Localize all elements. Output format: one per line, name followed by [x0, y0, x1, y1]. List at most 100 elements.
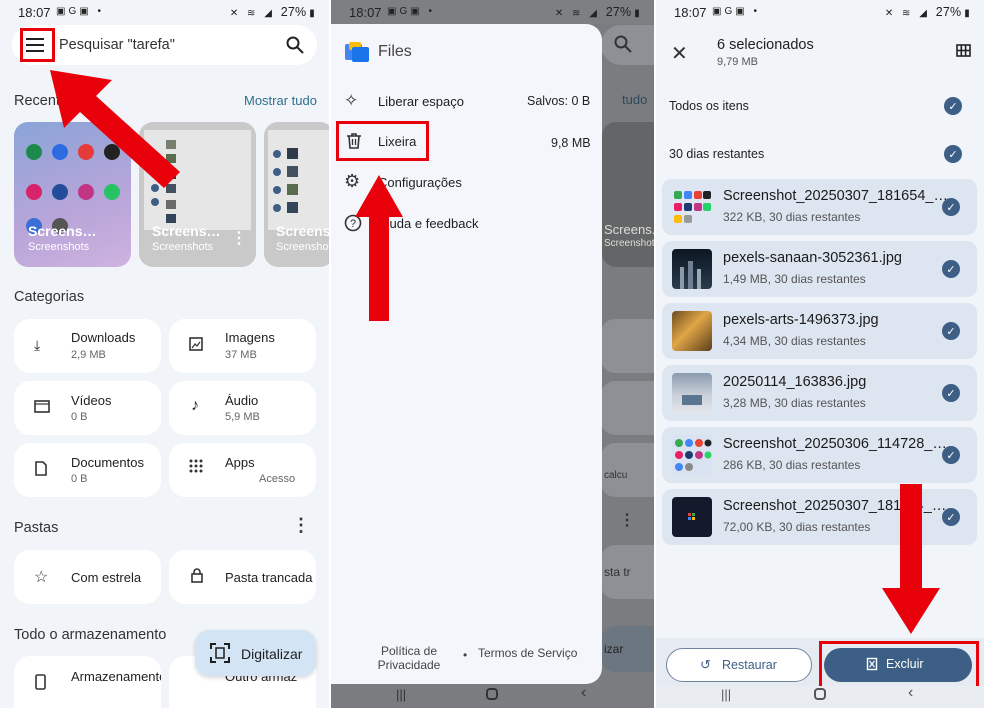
- trash-highlight-box: [336, 121, 429, 161]
- select-all-row[interactable]: Todos os itens ✓: [656, 86, 984, 126]
- home-nav-icon[interactable]: [814, 688, 826, 700]
- category-documents[interactable]: Documentos 0 B: [14, 443, 161, 497]
- category-size: 37 MB: [225, 349, 257, 361]
- battery-level: 27%: [935, 5, 962, 19]
- category-name: Imagens: [225, 330, 275, 345]
- storage-name: Armazenamento: [71, 669, 161, 684]
- check-icon[interactable]: ✓: [944, 97, 962, 115]
- select-all-label: Todos os itens: [669, 99, 749, 113]
- storage-internal[interactable]: Armazenamento: [14, 656, 161, 708]
- back-nav-icon[interactable]: ‹: [581, 684, 586, 702]
- dimmed-show-all: tudo: [622, 92, 648, 107]
- search-bar[interactable]: Pesquisar "tarefa": [12, 25, 317, 65]
- notification-icons: ▣G▣ •: [56, 6, 104, 17]
- check-icon[interactable]: ✓: [942, 446, 960, 464]
- privacy-policy-link[interactable]: Política de Privacidade: [369, 644, 449, 672]
- delete-highlight-box: [819, 641, 979, 689]
- folder-name: Com estrela: [71, 570, 142, 585]
- close-icon[interactable]: ✕: [671, 41, 688, 66]
- dimmed-card: [601, 381, 654, 435]
- category-size: 5,9 MB: [225, 411, 260, 423]
- image-icon: [189, 337, 203, 356]
- file-thumbnail: [672, 311, 712, 351]
- check-icon[interactable]: ✓: [942, 260, 960, 278]
- recent-item-name: Screens…: [28, 223, 97, 239]
- show-all-link[interactable]: Mostrar tudo: [244, 93, 317, 108]
- phone-icon: [35, 674, 46, 695]
- status-time: 18:07: [18, 5, 51, 20]
- folder-starred[interactable]: ☆ Com estrela: [14, 550, 161, 604]
- document-icon: [35, 461, 47, 481]
- trash-file-row[interactable]: 20250114_163836.jpg 3,28 MB, 30 dias res…: [662, 365, 977, 421]
- recent-item-label: Screenshot: [276, 241, 329, 253]
- file-meta: 72,00 KB, 30 dias restantes: [723, 520, 871, 534]
- file-name: pexels-sanaan-3052361.jpg: [723, 250, 902, 266]
- lock-icon: [191, 568, 203, 588]
- categories-title: Categorias: [14, 289, 85, 305]
- recents-nav-icon[interactable]: |||: [721, 687, 731, 702]
- more-vert-icon[interactable]: ⋮: [292, 515, 310, 536]
- category-apps[interactable]: Apps Acesso: [169, 443, 316, 497]
- recent-item[interactable]: Screens… Screenshot: [264, 122, 329, 267]
- trash-file-row[interactable]: Screenshot_20250306_114728_… 286 KB, 30 …: [662, 427, 977, 483]
- document-scanner-icon: [210, 643, 230, 668]
- dimmed-more-icon: ⋮: [619, 512, 635, 529]
- category-downloads[interactable]: ⤓ Downloads 2,9 MB: [14, 319, 161, 373]
- recent-item-label: Screenshots: [152, 241, 214, 253]
- category-size: 0 B: [71, 473, 88, 485]
- check-icon[interactable]: ✓: [942, 198, 960, 216]
- file-name: Screenshot_20250307_181654_…: [723, 188, 948, 204]
- folder-locked[interactable]: Pasta trancada: [169, 550, 316, 604]
- status-bar: 18:07 ▣G▣ • ✕ ≋ ◢ 27% ▮: [331, 0, 654, 24]
- check-icon[interactable]: ✓: [942, 384, 960, 402]
- grid-view-icon[interactable]: [956, 44, 971, 62]
- video-icon: [34, 400, 50, 418]
- drawer-item-value: 9,8 MB: [551, 136, 591, 150]
- navigation-drawer-screen: tudo Screens... Screenshot calcu ⋮ sta t…: [331, 0, 654, 708]
- red-arrow-annotation: [882, 484, 940, 634]
- recents-nav-icon[interactable]: |||: [396, 687, 406, 702]
- recent-item-name: Screens…: [276, 223, 329, 239]
- restore-button[interactable]: ↺ Restaurar: [666, 648, 812, 682]
- file-meta: 3,28 MB, 30 dias restantes: [723, 396, 866, 410]
- category-name: Áudio: [225, 393, 259, 408]
- trash-file-row[interactable]: pexels-arts-1496373.jpg 4,34 MB, 30 dias…: [662, 303, 977, 359]
- category-name: Vídeos: [71, 393, 112, 408]
- sparkle-icon: ✧: [344, 91, 359, 110]
- file-thumbnail: [672, 373, 712, 413]
- folder-name: Pasta trancada: [225, 570, 313, 585]
- scan-fab[interactable]: Digitalizar: [195, 630, 316, 676]
- trash-selection-screen: 18:07 ▣G▣ • ✕ ≋ ◢ 27% ▮ ✕ 6 selecionados…: [656, 0, 984, 708]
- group-header-row[interactable]: 30 dias restantes ✓: [656, 134, 984, 174]
- check-icon[interactable]: ✓: [944, 145, 962, 163]
- file-thumbnail: [672, 187, 712, 227]
- files-logo-icon: [345, 42, 369, 67]
- file-meta: 4,34 MB, 30 dias restantes: [723, 334, 866, 348]
- file-name: pexels-arts-1496373.jpg: [723, 312, 879, 328]
- selection-title: 6 selecionados: [717, 37, 814, 53]
- drawer-item-value: Salvos: 0 B: [527, 94, 591, 108]
- category-videos[interactable]: Vídeos 0 B: [14, 381, 161, 435]
- status-time: 18:07: [674, 5, 707, 20]
- category-images[interactable]: Imagens 37 MB: [169, 319, 316, 373]
- file-thumbnail: [672, 497, 712, 537]
- back-nav-icon[interactable]: ‹: [908, 684, 913, 702]
- search-icon: [614, 35, 632, 58]
- group-label: 30 dias restantes: [669, 147, 765, 161]
- download-icon: ⤓: [34, 337, 41, 353]
- storage-title: Todo o armazenamento: [14, 627, 167, 643]
- file-meta: 322 KB, 30 dias restantes: [723, 210, 861, 224]
- search-icon[interactable]: [285, 35, 305, 55]
- dimmed-text: izar: [604, 642, 624, 656]
- app-name: Files: [378, 43, 412, 60]
- more-vert-icon[interactable]: ⋮: [231, 228, 247, 248]
- drawer-item-free-space[interactable]: ✧ Liberar espaço Salvos: 0 B: [331, 82, 602, 120]
- files-home-screen: 18:07 ▣G▣ • ✕ ≋ ◢ 27% ▮ Pesquisar "taref…: [0, 0, 329, 708]
- file-meta: 286 KB, 30 dias restantes: [723, 458, 861, 472]
- category-audio[interactable]: ♪ Áudio 5,9 MB: [169, 381, 316, 435]
- terms-link[interactable]: Termos de Serviço: [478, 646, 577, 660]
- home-nav-icon[interactable]: [486, 688, 498, 700]
- trash-file-row[interactable]: Screenshot_20250307_181654_… 322 KB, 30 …: [662, 179, 977, 235]
- trash-file-row[interactable]: pexels-sanaan-3052361.jpg 1,49 MB, 30 di…: [662, 241, 977, 297]
- check-icon[interactable]: ✓: [942, 322, 960, 340]
